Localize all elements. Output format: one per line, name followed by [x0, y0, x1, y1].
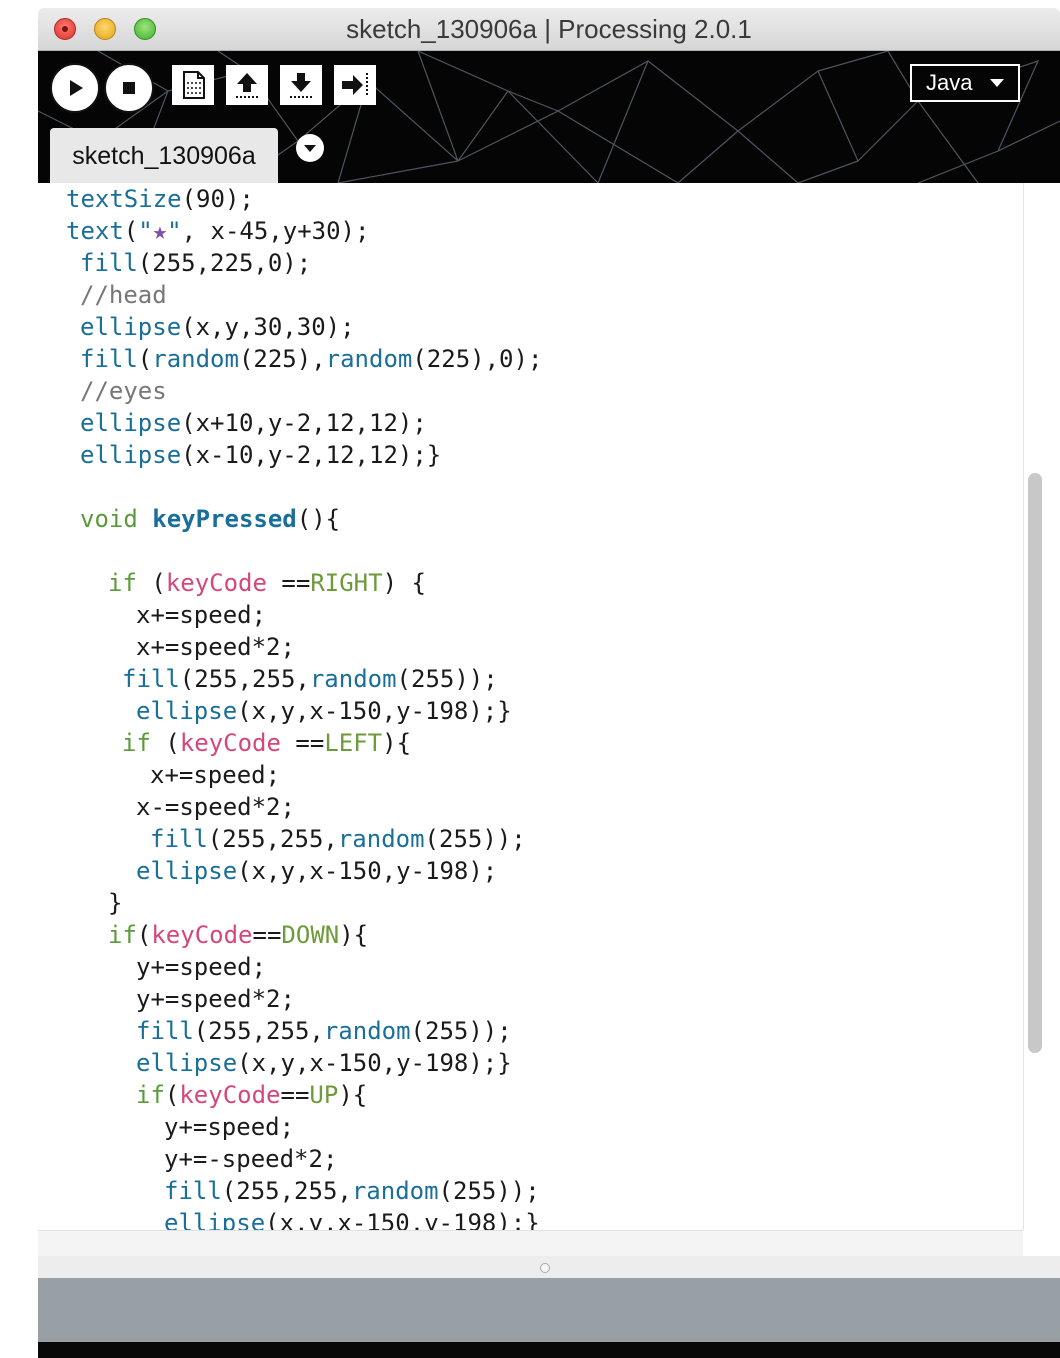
- stop-button[interactable]: [104, 63, 154, 113]
- code-line[interactable]: ​: [38, 471, 542, 503]
- code-line[interactable]: fill(255,255,random(255));: [38, 1175, 542, 1207]
- code-line[interactable]: y+=speed;: [38, 951, 542, 983]
- processing-window: sketch_130906a | Processing 2.0.1 Java s…: [38, 8, 1060, 1358]
- title-bar: sketch_130906a | Processing 2.0.1: [38, 8, 1060, 51]
- code-line[interactable]: fill(255,225,0);: [38, 247, 542, 279]
- code-line[interactable]: ​: [38, 535, 542, 567]
- code-line[interactable]: }: [38, 887, 542, 919]
- code-line[interactable]: //head: [38, 279, 542, 311]
- run-button[interactable]: [50, 63, 100, 113]
- open-arrow-up-icon: [236, 73, 258, 98]
- code-line[interactable]: fill(255,255,random(255));: [38, 663, 542, 695]
- code-line[interactable]: y+=-speed*2;: [38, 1143, 542, 1175]
- resize-handle[interactable]: [540, 1263, 550, 1273]
- stop-icon: [123, 82, 135, 94]
- export-arrow-right-icon: [342, 73, 368, 97]
- code-line[interactable]: textSize(90);: [38, 183, 542, 215]
- code-line[interactable]: if (keyCode ==RIGHT) {: [38, 567, 542, 599]
- code-line[interactable]: fill(255,255,random(255));: [38, 823, 542, 855]
- chevron-down-icon: [990, 79, 1005, 87]
- tab-sketch[interactable]: sketch_130906a: [50, 128, 278, 184]
- code-line[interactable]: if(keyCode==UP){: [38, 1079, 542, 1111]
- open-button[interactable]: [226, 65, 268, 105]
- code-line[interactable]: x-=speed*2;: [38, 791, 542, 823]
- code-line[interactable]: fill(255,255,random(255));: [38, 1015, 542, 1047]
- code-line[interactable]: if(keyCode==DOWN){: [38, 919, 542, 951]
- window-title: sketch_130906a | Processing 2.0.1: [346, 14, 752, 44]
- code-line[interactable]: ellipse(x,y,30,30);: [38, 311, 542, 343]
- code-line[interactable]: ellipse(x,y,x-150,y-198);}: [38, 695, 542, 727]
- code-line[interactable]: ellipse(x-10,y-2,12,12);}: [38, 439, 542, 471]
- tab-menu-button[interactable]: [296, 134, 324, 162]
- code-line[interactable]: //eyes: [38, 375, 542, 407]
- mode-selector[interactable]: Java: [910, 64, 1020, 102]
- code-line[interactable]: ellipse(x,y,x-150,y-198);}: [38, 1207, 542, 1230]
- console-area: [38, 1342, 1060, 1358]
- code-line[interactable]: void keyPressed(){: [38, 503, 542, 535]
- code-editor[interactable]: textSize(90); text("★", x-45,y+30); fill(2…: [38, 183, 1023, 1230]
- new-file-icon: [183, 71, 205, 99]
- play-icon: [70, 80, 83, 96]
- export-button[interactable]: [334, 65, 376, 105]
- horizontal-scrollbar[interactable]: [38, 1230, 1023, 1257]
- save-arrow-down-icon: [290, 73, 312, 98]
- code-line[interactable]: y+=speed;: [38, 1111, 542, 1143]
- chevron-down-icon: [304, 145, 316, 152]
- code-line[interactable]: y+=speed*2;: [38, 983, 542, 1015]
- code-line[interactable]: x+=speed;: [38, 599, 542, 631]
- new-button[interactable]: [172, 65, 214, 105]
- code-line[interactable]: ellipse(x,y,x-150,y-198);: [38, 855, 542, 887]
- scrollbar-thumb[interactable]: [1028, 473, 1042, 1053]
- code-line[interactable]: fill(random(225),random(225),0);: [38, 343, 542, 375]
- code-text[interactable]: textSize(90); text("★", x-45,y+30); fill(2…: [38, 183, 542, 1230]
- save-button[interactable]: [280, 65, 322, 105]
- code-line[interactable]: x+=speed;: [38, 759, 542, 791]
- code-line[interactable]: x+=speed*2;: [38, 631, 542, 663]
- mode-label: Java: [926, 70, 973, 95]
- code-line[interactable]: ellipse(x,y,x-150,y-198);}: [38, 1047, 542, 1079]
- code-line[interactable]: ellipse(x+10,y-2,12,12);: [38, 407, 542, 439]
- message-area: [38, 1278, 1060, 1342]
- code-line[interactable]: text("★", x-45,y+30);: [38, 215, 542, 247]
- code-line[interactable]: if (keyCode ==LEFT){: [38, 727, 542, 759]
